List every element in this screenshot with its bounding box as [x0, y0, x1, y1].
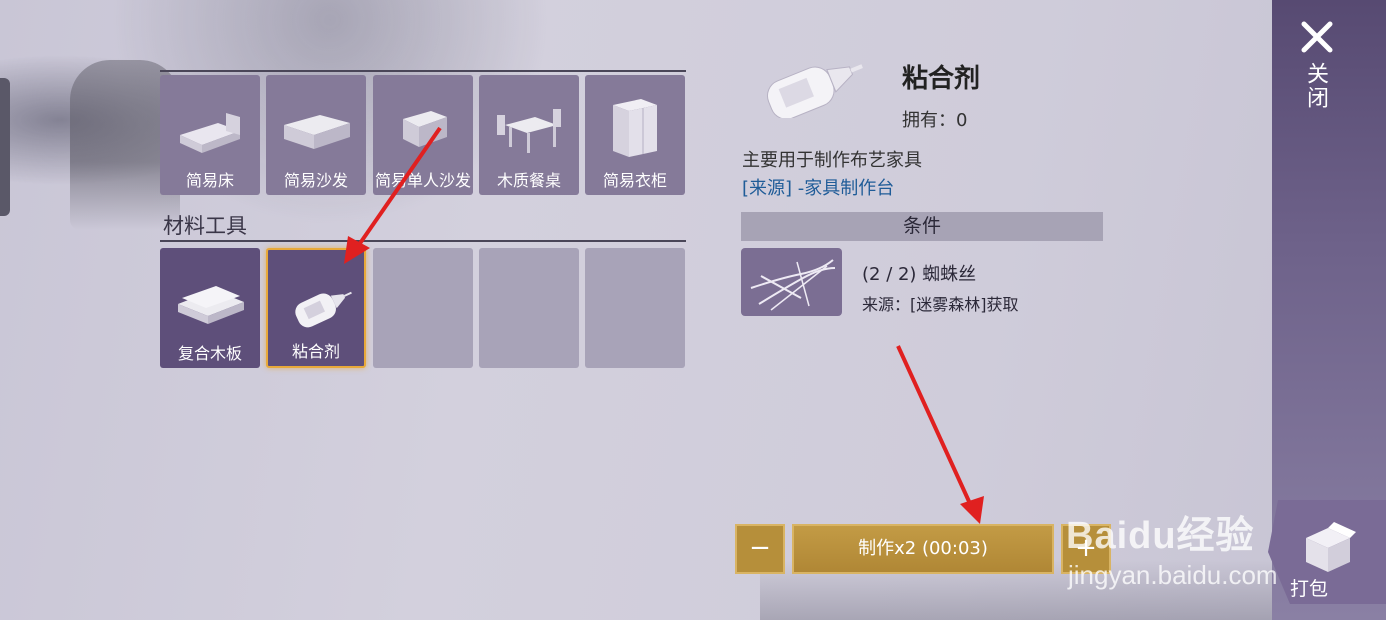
item-name: 粘合剂 — [902, 64, 981, 94]
watermark: Baidu经验 jingyan.baidu.com — [1066, 504, 1286, 594]
section-divider — [160, 240, 686, 242]
item-tile-armchair[interactable]: 简易单人沙发 — [373, 75, 473, 195]
close-label[interactable]: 关闭 — [1301, 62, 1331, 110]
armchair-icon — [403, 111, 447, 147]
empty-slot — [585, 248, 685, 368]
tile-label: 简易床 — [185, 171, 234, 190]
box-icon — [1306, 522, 1356, 572]
decrease-button[interactable]: − — [735, 524, 785, 574]
bed-icon — [180, 113, 240, 153]
tile-label: 简易衣柜 — [602, 171, 667, 190]
item-description: 主要用于制作布艺家具 — [742, 150, 922, 171]
condition-name: (2 / 2) 蜘蛛丝 — [862, 264, 977, 285]
item-tile-wardrobe[interactable]: 简易衣柜 — [585, 75, 685, 195]
dining-table-icon — [497, 109, 561, 153]
item-tile-sofa[interactable]: 简易沙发 — [266, 75, 366, 195]
section-title: 材料工具 — [163, 214, 247, 238]
wood-board-icon — [178, 286, 244, 324]
tile-label: 简易沙发 — [283, 171, 348, 190]
spider-silk-icon — [750, 259, 836, 311]
pack-label[interactable]: 打包 — [1290, 574, 1328, 601]
arrow-head — [960, 496, 984, 524]
condition-item-tile[interactable] — [741, 248, 842, 316]
item-tile-dining-table[interactable]: 木质餐桌 — [479, 75, 579, 195]
watermark-url: jingyan.baidu.com — [1068, 560, 1278, 590]
craft-button[interactable]: 制作x2 (00:03) — [792, 524, 1054, 574]
condition-source: 来源：[迷雾森林]获取 — [862, 295, 1019, 314]
glue-bottle-icon — [767, 64, 863, 118]
tile-label: 粘合剂 — [291, 342, 340, 361]
left-edge-tab[interactable] — [0, 78, 10, 216]
wardrobe-icon — [613, 99, 657, 157]
item-source-link[interactable]: [来源] -家具制作台 — [742, 174, 894, 200]
top-divider — [160, 70, 686, 72]
owned-count: 拥有：0 — [902, 110, 968, 131]
tile-label: 简易单人沙发 — [374, 171, 471, 190]
watermark-logo: Baidu经验 — [1066, 515, 1255, 557]
arrow-to-craft-button — [896, 345, 974, 509]
item-tile-wood-board[interactable]: 复合木板 — [160, 248, 260, 368]
item-tile-glue[interactable]: 粘合剂 — [266, 248, 366, 368]
glue-bottle-icon — [295, 291, 352, 328]
empty-slot — [373, 248, 473, 368]
tile-label: 复合木板 — [177, 344, 242, 363]
tile-label: 木质餐桌 — [496, 171, 561, 190]
conditions-header: 条件 — [741, 212, 1103, 241]
sofa-icon — [284, 115, 350, 149]
close-icon — [1301, 21, 1333, 53]
item-tile-bed[interactable]: 简易床 — [160, 75, 260, 195]
empty-slot — [479, 248, 579, 368]
